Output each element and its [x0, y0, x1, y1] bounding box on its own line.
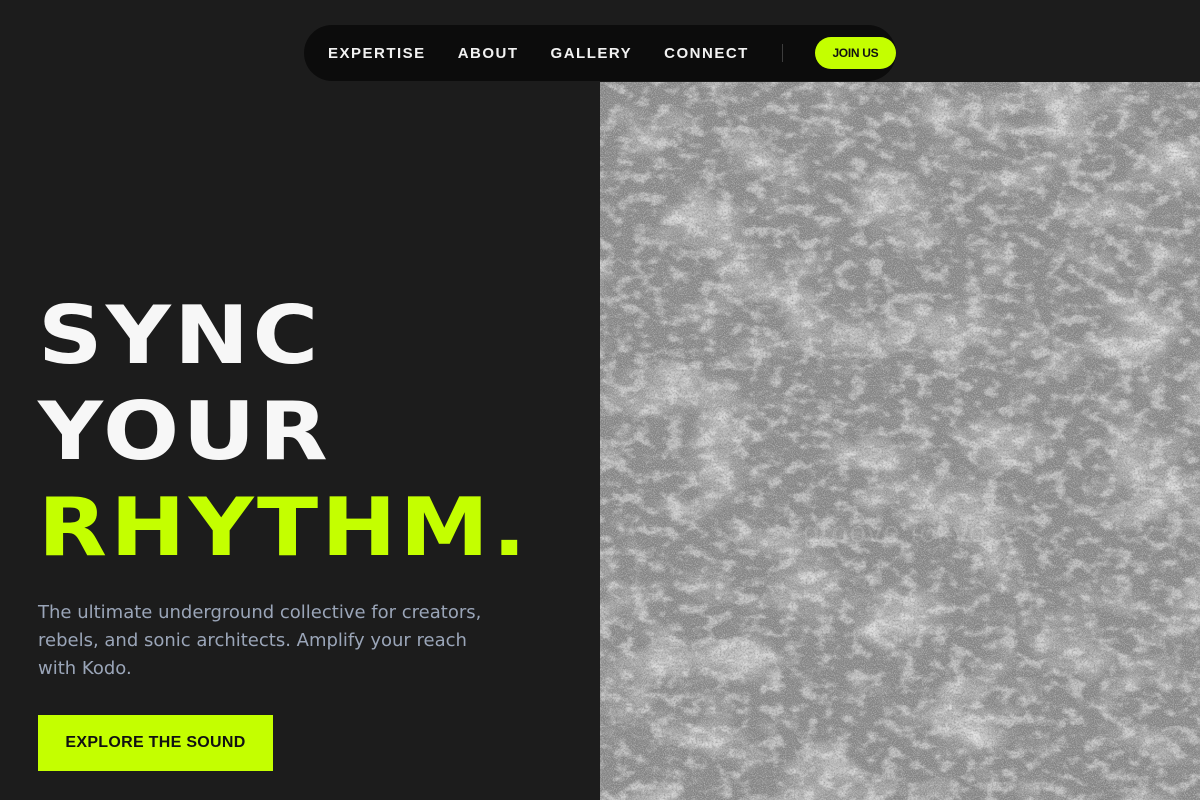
nav-divider — [781, 44, 783, 62]
concrete-texture-graphic — [600, 82, 1200, 800]
hero-description: The ultimate underground collective for … — [38, 602, 482, 679]
top-navbar: EXPERTISE ABOUT GALLERY CONNECT JOIN US — [304, 25, 896, 81]
headline-line-2: YOUR — [38, 385, 332, 478]
nav-link-gallery[interactable]: GALLERY — [551, 45, 633, 62]
image-watermark: groove tokyo — [803, 516, 987, 549]
concrete-texture-image: groove tokyo — [600, 82, 1200, 800]
nav-link-connect[interactable]: CONNECT — [664, 45, 749, 62]
headline-line-3: RHYTHM. — [38, 481, 530, 574]
nav-link-about[interactable]: ABOUT — [458, 45, 519, 62]
hero-headline: SYNC YOUR RHYTHM. — [38, 288, 530, 576]
headline-line-1: SYNC — [38, 289, 322, 382]
join-us-button[interactable]: JOIN US — [814, 37, 896, 69]
landing-page: groove tokyo EXPERTISE ABOUT GALLERY CON… — [0, 0, 1200, 800]
explore-the-sound-button[interactable]: EXPLORE THE SOUND — [38, 715, 273, 771]
nav-link-expertise[interactable]: EXPERTISE — [328, 45, 426, 62]
